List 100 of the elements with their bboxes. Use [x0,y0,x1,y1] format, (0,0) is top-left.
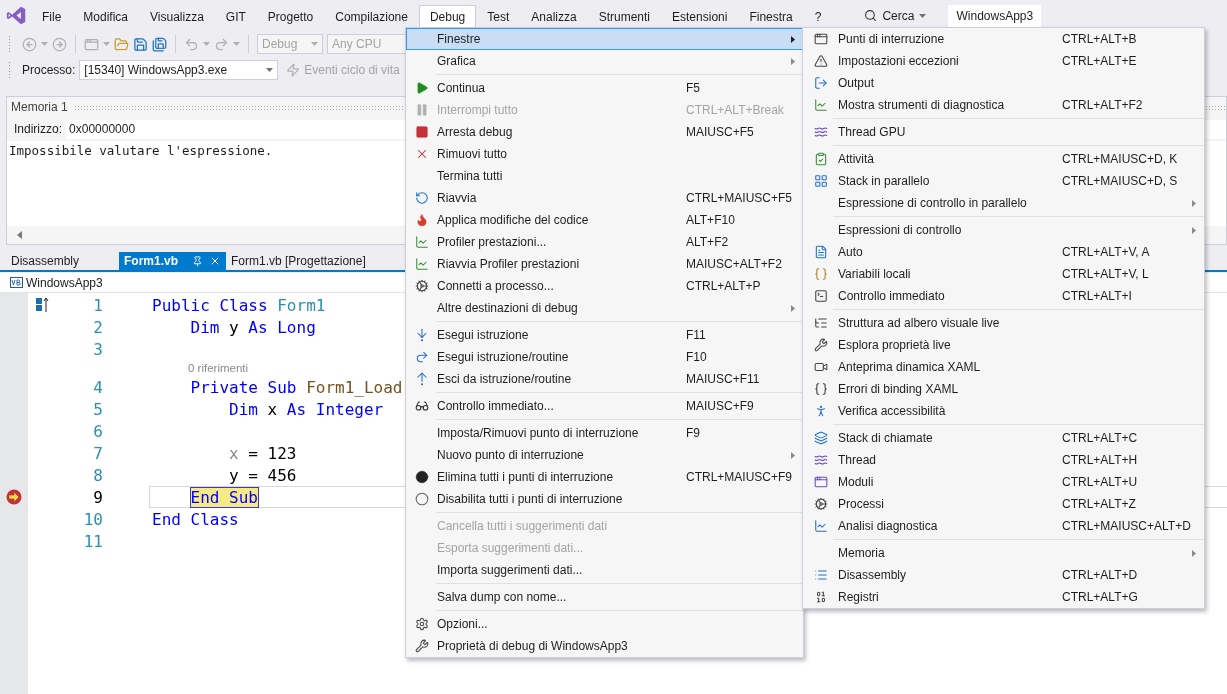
menu-item[interactable]: Anteprima dinamica XAML [803,356,1204,378]
chart-icon [415,235,429,249]
menu-item[interactable]: Controllo immediato... MAIUSC+F9 [406,395,803,417]
menu-item[interactable]: Thread CTRL+ALT+H [803,449,1204,471]
save-all-icon[interactable] [152,36,167,52]
menu-item[interactable]: Profiler prestazioni... ALT+F2 [406,231,803,253]
window-title: WindowsApp3 [948,4,1042,27]
menu-item[interactable]: Output [803,72,1204,94]
menu-bar-item[interactable]: Visualizza [139,5,215,28]
menu-item[interactable]: Analisi diagnostica CTRL+MAIUSC+ALT+D [803,515,1204,537]
binary-icon [814,590,828,604]
reference-count[interactable]: 0 riferimenti [188,362,249,374]
menu-item[interactable]: Arresta debug MAIUSC+F5 [406,121,803,143]
close-icon[interactable] [209,255,221,267]
menu-item[interactable]: Elimina tutti i punti di interruzione CTRL+MAIUSC+F9 [406,466,803,488]
redo-icon[interactable] [214,36,229,52]
menu-item[interactable]: Altre destinazioni di debug [406,297,803,319]
menu-item[interactable]: Verifica accessibilità [803,400,1204,422]
menu-bar-item[interactable]: Test [476,5,521,28]
menu-item[interactable]: Opzioni... [406,613,803,635]
address-label: Indirizzo: [14,122,63,136]
code-line: End Class [152,509,239,529]
undo-icon[interactable] [184,36,199,52]
menu-item[interactable]: Termina tutti [406,165,803,187]
menu-item[interactable]: Espressioni di controllo [803,219,1204,241]
list-icon [814,568,828,582]
menu-item[interactable]: Esegui istruzione F11 [406,324,803,346]
forward-icon[interactable] [52,36,67,52]
menu-item[interactable]: Proprietà di debug di WindowsApp3 [406,635,803,657]
menu-bar-item[interactable]: GIT [214,5,257,28]
menu-item[interactable]: Connetti a processo... CTRL+ALT+P [406,275,803,297]
search-icon [864,9,878,22]
menu-bar-item[interactable]: Analizza [520,5,588,28]
folder-icon[interactable] [114,36,129,52]
submenu-arrow-icon [1192,199,1196,207]
caret-icon [203,42,210,46]
menu-item[interactable]: Stack in parallelo CTRL+MAIUSC+D, S [803,170,1204,192]
menu-item[interactable]: Attività CTRL+MAIUSC+D, K [803,148,1204,170]
menu-item[interactable]: Struttura ad albero visuale live [803,312,1204,334]
menu-item[interactable]: Esci da istruzione/routine MAIUSC+F11 [406,368,803,390]
menu-item[interactable]: Applica modifiche del codice ALT+F10 [406,209,803,231]
pause-icon [415,103,429,117]
menu-bar-item[interactable]: Modifica [72,5,140,28]
wrench-icon [814,338,828,352]
gears-icon [415,279,429,293]
step-into-icon [415,328,429,342]
pin-icon[interactable] [192,255,203,267]
menu-item[interactable]: Variabili locali CTRL+ALT+V, L [803,263,1204,285]
menu-item[interactable]: Espressione di controllo in parallelo [803,192,1204,214]
menu-item[interactable]: Esegui istruzione/routine F10 [406,346,803,368]
menu-item[interactable]: Rimuovi tutto [406,143,803,165]
menu-item[interactable]: Disassembly CTRL+ALT+D [803,564,1204,586]
menu-item[interactable]: Continua F5 [406,77,803,99]
menu-item[interactable]: Importa suggerimenti dati... [406,559,803,581]
menu-item[interactable]: Controllo immediato CTRL+ALT+I [803,285,1204,307]
menu-bar-item[interactable]: File [31,5,73,28]
process-dropdown[interactable]: [15340] WindowsApp3.exe [79,60,279,80]
menu-item[interactable]: Punti di interruzione CTRL+ALT+B [803,28,1204,50]
menu-item[interactable]: Mostra strumenti di diagnostica CTRL+ALT+F2 [803,94,1204,116]
menu-item[interactable]: Riavvia Profiler prestazioni MAIUSC+ALT+F2 [406,253,803,275]
menu-bar-item[interactable]: Progetto [256,5,325,28]
menu-item[interactable]: Moduli CTRL+ALT+U [803,471,1204,493]
menu-item[interactable]: Registri CTRL+ALT+G [803,586,1204,608]
logo-icon [6,5,27,26]
stack-icon [814,431,828,445]
menu-item[interactable]: Thread GPU [803,121,1204,143]
menu-item[interactable]: Processi CTRL+ALT+Z [803,493,1204,515]
accessibility-icon [814,404,828,418]
menu-item[interactable]: Impostazioni eccezioni CTRL+ALT+E [803,50,1204,72]
menu-bar-item[interactable]: ? [803,5,833,28]
project-name: WindowsApp3 [26,275,103,290]
save-icon[interactable] [133,36,148,52]
menu-bar-item[interactable]: Strumenti [587,5,662,28]
menu-item[interactable]: Salva dump con nome... [406,586,803,608]
menu-item[interactable]: Riavvia CTRL+MAIUSC+F5 [406,187,803,209]
braces-icon [814,382,828,396]
back-icon[interactable] [22,36,37,52]
menu-item[interactable]: Auto CTRL+ALT+V, A [803,241,1204,263]
menu-item[interactable]: Disabilita tutti i punti di interruzione [406,488,803,510]
menu-bar-item[interactable]: Debug [418,5,477,28]
stop-icon [415,125,429,139]
menu-item[interactable]: Nuovo punto di interruzione [406,444,803,466]
menu-bar-item[interactable]: Finestra [738,5,804,28]
menu-bar-item[interactable]: Compilazione [324,5,419,28]
menu-item[interactable]: Imposta/Rimuovi punto di interruzione F9 [406,422,803,444]
new-project-icon[interactable] [84,36,99,52]
editor-tab[interactable]: Form1.vb [119,252,226,270]
wrench-icon [415,639,429,653]
menu-item[interactable]: Finestre [406,28,803,50]
menu-item[interactable]: Esplora proprietà live [803,334,1204,356]
lifecycle-icon[interactable] [286,63,301,77]
submenu-arrow-icon [1192,549,1196,557]
menu-bar-item[interactable]: Estensioni [661,5,739,28]
chart-icon [415,257,429,271]
menu-item[interactable]: Memoria [803,542,1204,564]
menu-item[interactable]: Errori di binding XAML [803,378,1204,400]
menu-item[interactable]: Stack di chiamate CTRL+ALT+C [803,427,1204,449]
scroll-left-icon[interactable] [17,231,22,239]
circle-icon [415,492,429,506]
search-button[interactable]: Cerca [856,5,935,26]
